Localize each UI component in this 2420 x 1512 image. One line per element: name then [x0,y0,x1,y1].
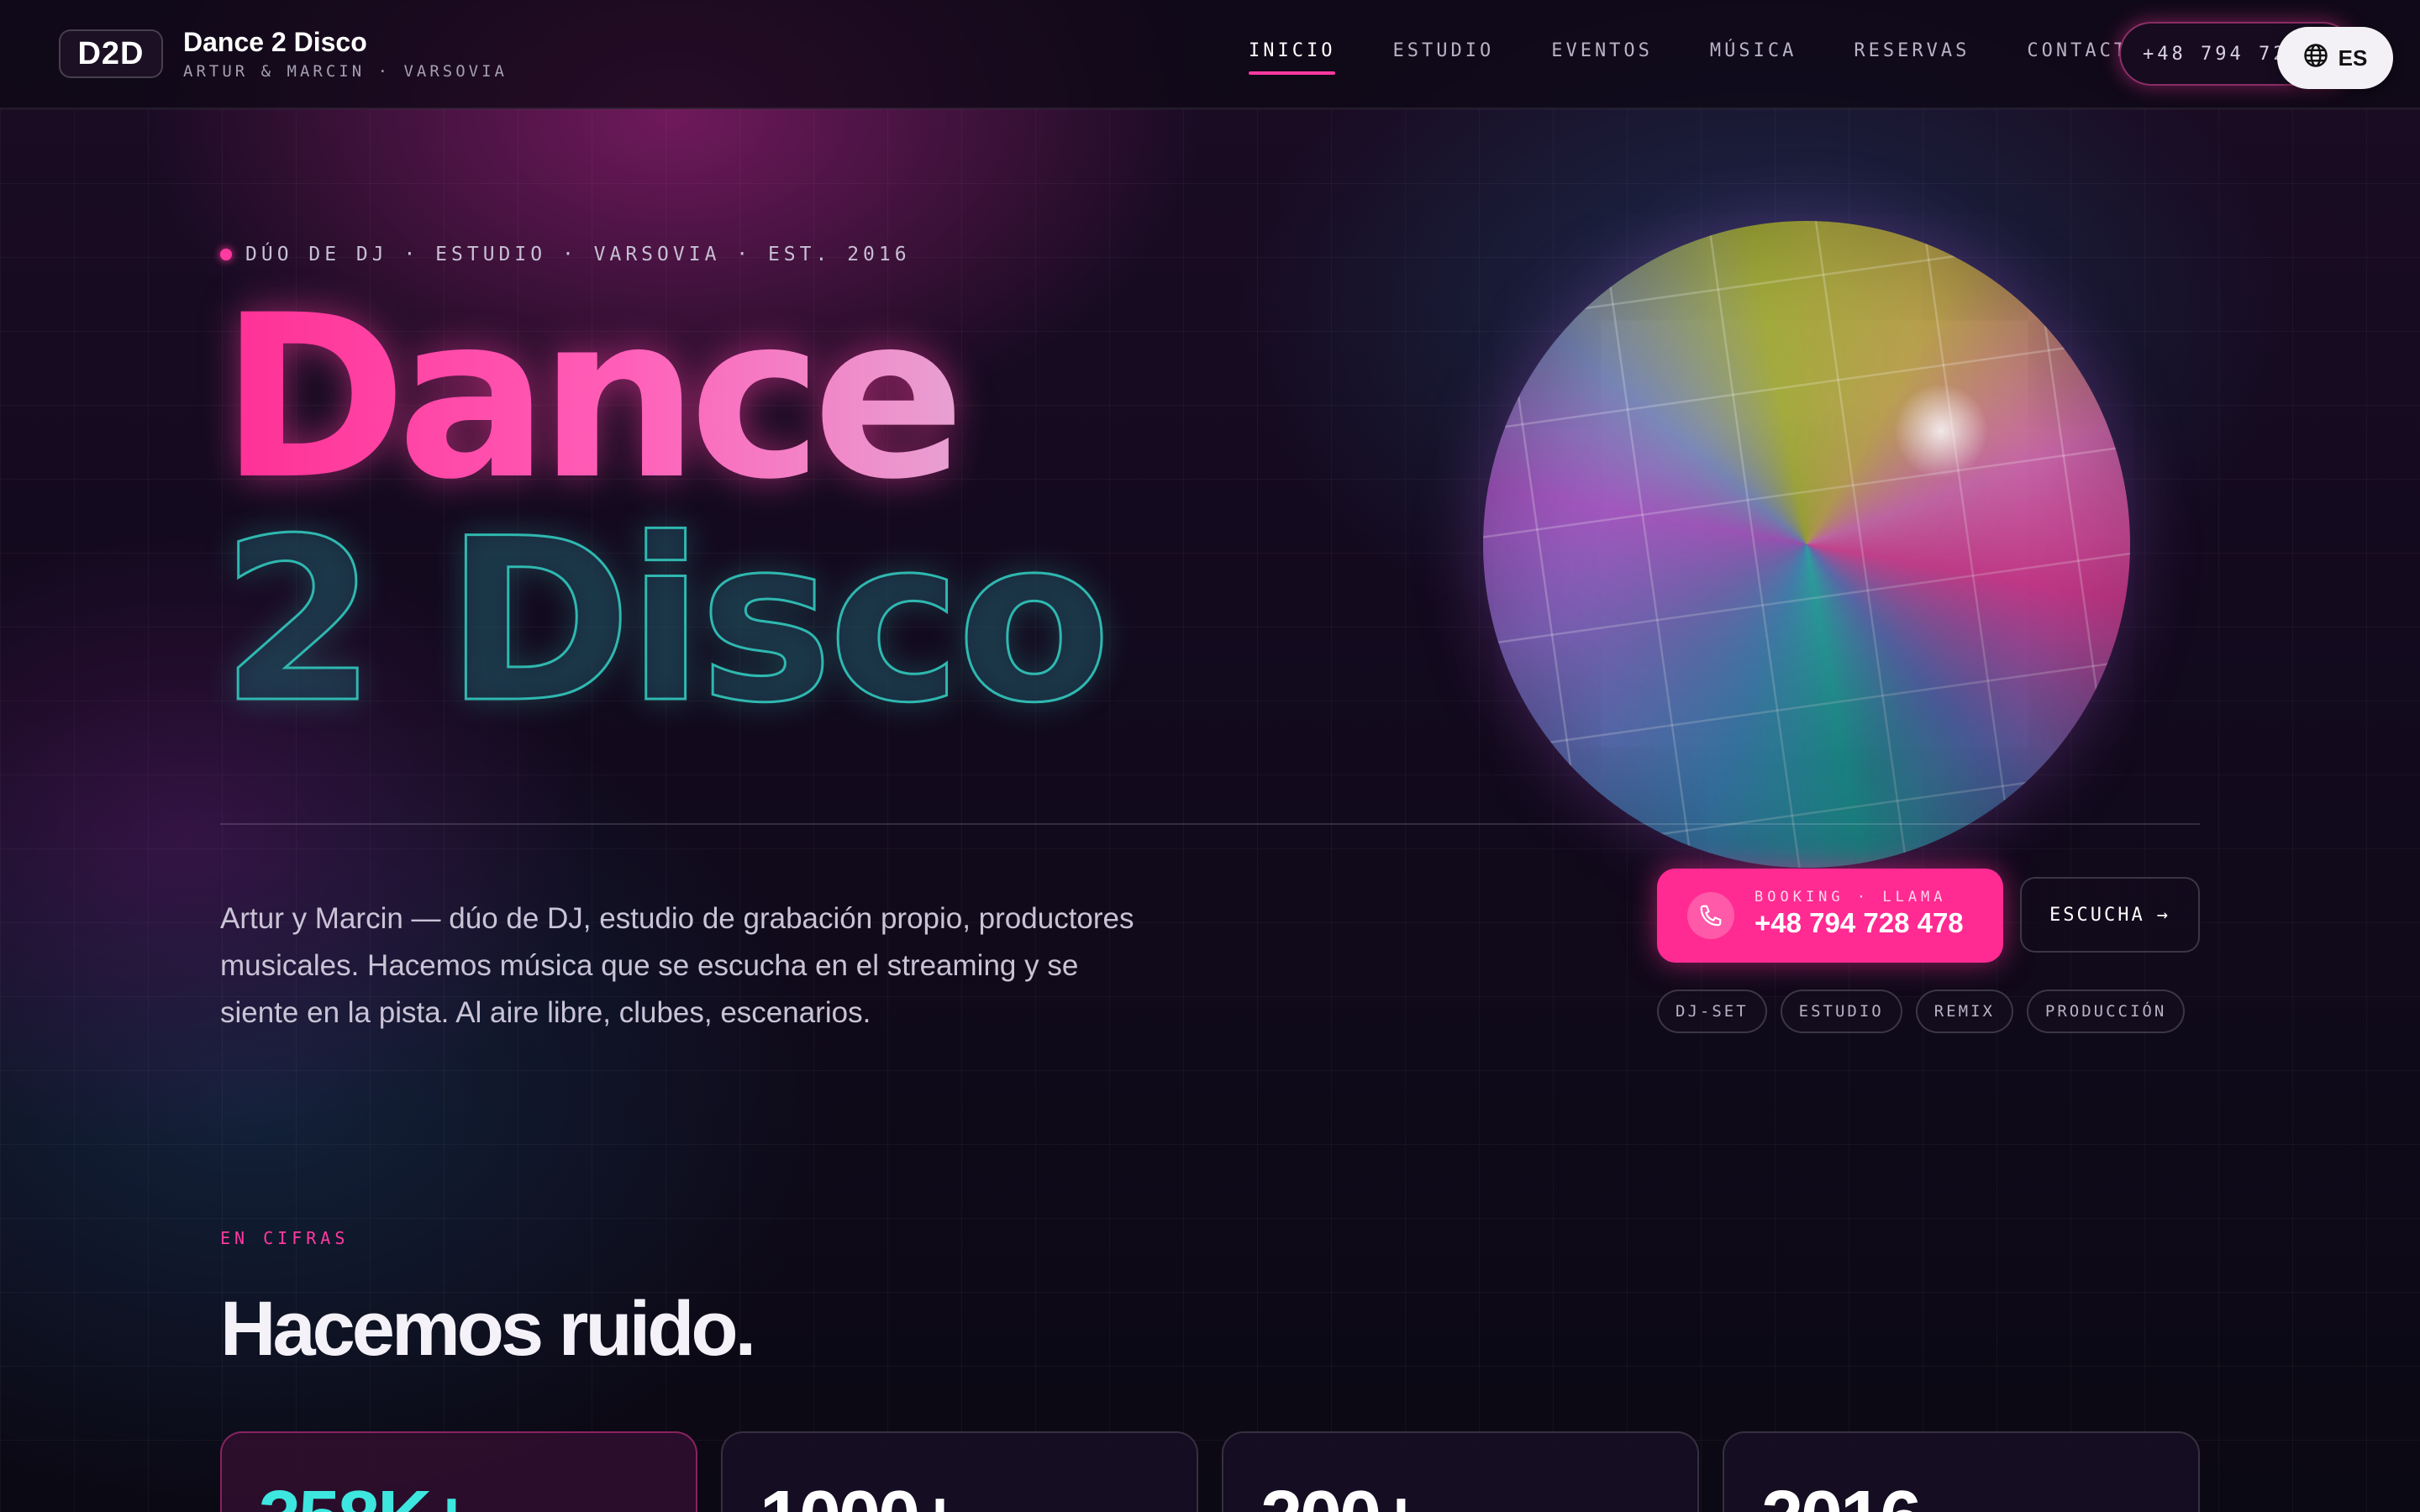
hero-eyebrow: DÚO DE DJ · ESTUDIO · VARSOVIA · EST. 20… [220,244,911,265]
language-button[interactable]: ES [2277,27,2393,89]
stats-eyebrow: EN CIFRAS [220,1228,350,1248]
tag-estudio[interactable]: ESTUDIO [1780,990,1902,1033]
arrow-right-icon: → [2156,904,2170,926]
eyebrow-dot-icon [220,249,232,260]
phone-icon [1687,892,1734,939]
stat-card-tracks: 200+ [1222,1431,1699,1512]
language-label: ES [2338,45,2368,71]
nav-link-estudio[interactable]: ESTUDIO [1392,40,1494,61]
page: D2D Dance 2 Disco ARTUR & MARCIN · VARSO… [0,0,2420,1512]
tag-produccion[interactable]: PRODUCCIÓN [2026,990,2186,1033]
nav-link-musica[interactable]: MÚSICA [1710,40,1797,61]
stat-value: 2016 [1761,1475,1922,1512]
top-nav: D2D Dance 2 Disco ARTUR & MARCIN · VARSO… [0,0,2420,109]
hero-description: Artur y Marcin — dúo de DJ, estudio de g… [220,902,1134,1029]
hero-divider [220,823,2200,825]
nav-link-inicio[interactable]: INICIO [1249,40,1336,75]
nav-link-eventos[interactable]: EVENTOS [1551,40,1653,61]
tag-remix[interactable]: REMIX [1915,990,2013,1033]
listen-button[interactable]: ESCUCHA → [2020,877,2200,953]
logo[interactable]: D2D [59,29,163,78]
brand-title: Dance 2 Disco [183,27,367,57]
stat-value: 1000+ [760,1475,962,1512]
listen-label: ESCUCHA [2049,904,2145,926]
hero-title-line1: Dance [220,267,965,529]
logo-text: D2D [77,35,145,71]
nav-link-reservas[interactable]: RESERVAS [1854,40,1970,61]
hero-eyebrow-text: DÚO DE DJ · ESTUDIO · VARSOVIA · EST. 20… [245,244,911,265]
stat-value: 358K+ [259,1475,474,1512]
tag-dj-set[interactable]: DJ-SET [1657,990,1767,1033]
stats-title: Hacemos ruido. [220,1286,756,1372]
stat-card-events: 1000+ [721,1431,1198,1512]
brand-subtitle: ARTUR & MARCIN · VARSOVIA [183,62,508,81]
stat-card-streams: 358K+ [220,1431,697,1512]
globe-icon [2303,43,2328,74]
stat-value: 200+ [1260,1475,1423,1512]
booking-phone: +48 794 728 478 [1754,907,1964,938]
booking-call-button[interactable]: BOOKING · LLAMA +48 794 728 478 [1657,869,2003,963]
nav-links: INICIO ESTUDIO EVENTOS MÚSICA RESERVAS C… [1249,40,2200,75]
stat-card-year: 2016 [1723,1431,2200,1512]
disco-ball-graphic [1483,221,2130,868]
hero-title-line2: 2 Disco [219,491,1113,753]
hero-tags: DJ-SET ESTUDIO REMIX PRODUCCIÓN [1657,990,2186,1033]
booking-label: BOOKING · LLAMA [1754,889,1947,906]
